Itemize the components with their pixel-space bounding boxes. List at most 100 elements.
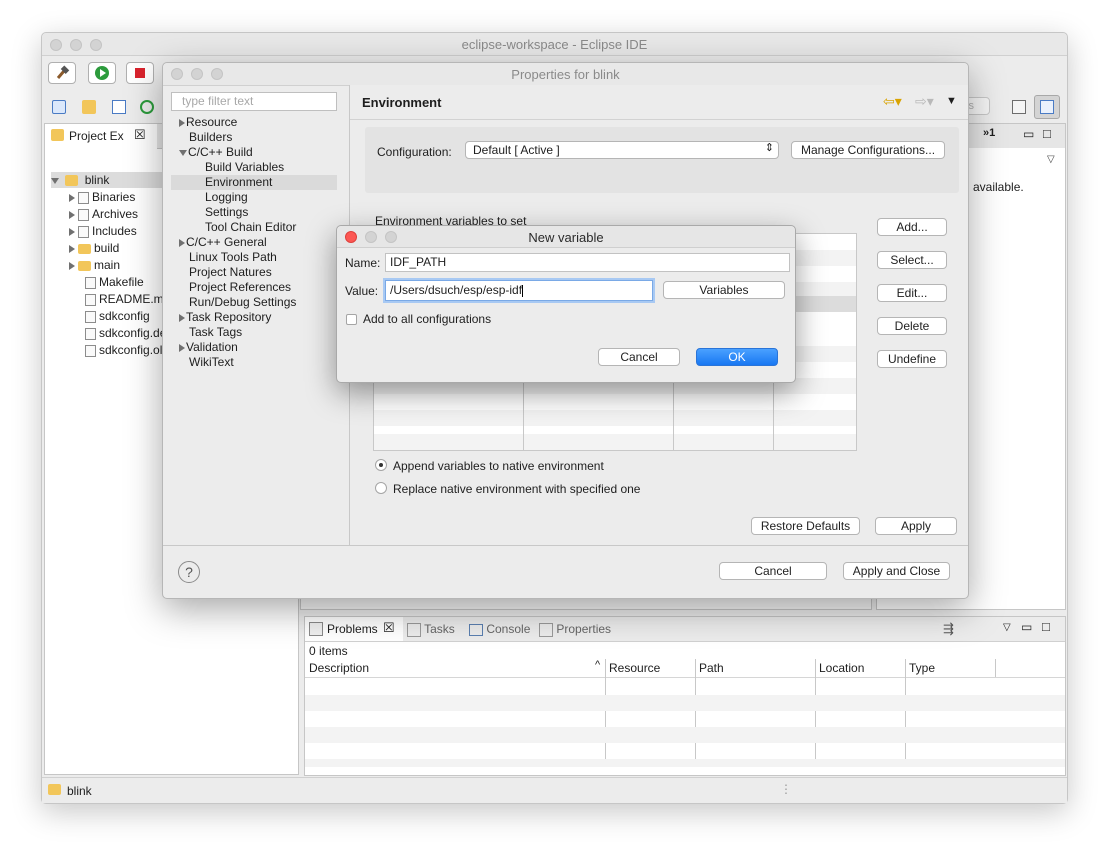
column-resource[interactable]: Resource: [609, 661, 660, 675]
run-icon: [95, 66, 109, 80]
close-icon[interactable]: ☒: [134, 127, 146, 143]
add-to-all-label[interactable]: Add to all configurations: [363, 312, 491, 326]
property-tree-item[interactable]: Settings: [171, 205, 337, 220]
property-tree-item[interactable]: Project Natures: [171, 265, 337, 280]
tab-properties[interactable]: Properties: [539, 622, 611, 637]
property-tree-item[interactable]: WikiText: [171, 355, 337, 370]
property-tree-item[interactable]: C/C++ General: [171, 235, 337, 250]
column-path[interactable]: Path: [699, 661, 724, 675]
tree-item[interactable]: sdkconfig.de: [85, 325, 166, 341]
overflow-tabs-badge[interactable]: »1: [983, 127, 995, 139]
filter-input[interactable]: type filter text: [171, 92, 337, 111]
tree-item[interactable]: Makefile: [85, 274, 144, 290]
property-tree-item[interactable]: Tool Chain Editor: [171, 220, 337, 235]
tab-tasks[interactable]: Tasks: [407, 622, 455, 637]
tree-item[interactable]: Binaries: [69, 189, 135, 205]
expand-arrow-icon[interactable]: [69, 227, 75, 236]
sort-ascending-icon[interactable]: ^: [595, 659, 600, 671]
expand-arrow-icon[interactable]: [51, 177, 59, 184]
minimize-icon[interactable]: ▭: [1023, 127, 1034, 141]
tab-console[interactable]: Console: [469, 622, 530, 636]
maximize-icon[interactable]: □: [1043, 126, 1051, 141]
column-description[interactable]: Description: [309, 661, 369, 675]
tree-item[interactable]: sdkconfig: [85, 308, 150, 324]
property-tree-item[interactable]: Build Variables: [171, 160, 337, 175]
property-tree-item[interactable]: Builders: [171, 130, 337, 145]
run-button[interactable]: [88, 62, 116, 84]
property-tree-item[interactable]: Validation: [171, 340, 337, 355]
refresh-icon[interactable]: [140, 100, 154, 114]
project-explorer-tab[interactable]: Project Ex ☒: [45, 124, 158, 148]
property-tree-item[interactable]: Linux Tools Path: [171, 250, 337, 265]
nv-ok-button[interactable]: OK: [696, 348, 778, 366]
tree-item[interactable]: sdkconfig.ol: [85, 342, 162, 358]
property-tree-item[interactable]: Task Repository: [171, 310, 337, 325]
expand-arrow-icon[interactable]: [69, 210, 75, 219]
nv-cancel-button[interactable]: Cancel: [598, 348, 680, 366]
container-icon: [78, 225, 89, 238]
property-tree-label: Logging: [205, 190, 248, 204]
help-button[interactable]: ?: [178, 561, 200, 583]
select-button[interactable]: Select...: [877, 251, 947, 269]
status-grip-icon[interactable]: ⋮: [780, 782, 792, 796]
minimize-icon[interactable]: ▭: [1021, 620, 1032, 634]
property-tree-item[interactable]: Task Tags: [171, 325, 337, 340]
maximize-icon[interactable]: □: [1042, 619, 1050, 634]
expand-arrow-icon[interactable]: [179, 118, 185, 127]
expand-arrow-icon[interactable]: [69, 244, 75, 253]
tree-item[interactable]: main: [69, 257, 120, 273]
column-divider: [605, 659, 606, 767]
back-arrow-icon[interactable]: ⇦▾: [883, 93, 902, 110]
restore-defaults-button[interactable]: Restore Defaults: [751, 517, 860, 535]
configuration-select[interactable]: Default [ Active ] ⇕: [465, 141, 779, 159]
filter-icon[interactable]: ⇶: [943, 621, 954, 637]
property-tree-item[interactable]: Environment: [171, 175, 337, 190]
append-radio[interactable]: [375, 459, 387, 471]
property-tree-item[interactable]: Project References: [171, 280, 337, 295]
value-field[interactable]: /Users/dsuch/esp/esp-idf: [385, 280, 653, 301]
property-tree-item[interactable]: Resource: [171, 115, 337, 130]
forward-arrow-icon[interactable]: ⇨▾: [915, 93, 934, 110]
add-to-all-checkbox[interactable]: [346, 314, 357, 325]
cancel-button[interactable]: Cancel: [719, 562, 827, 580]
tree-item[interactable]: README.md: [85, 291, 170, 307]
append-radio-label[interactable]: Append variables to native environment: [393, 459, 604, 473]
property-tree-item[interactable]: Run/Debug Settings: [171, 295, 337, 310]
new-file-icon[interactable]: [112, 100, 126, 114]
new-folder-icon[interactable]: [82, 100, 96, 114]
tree-item[interactable]: Includes: [69, 223, 137, 239]
tab-problems[interactable]: Problems ☒: [305, 617, 403, 641]
variables-button[interactable]: Variables: [663, 281, 785, 299]
collapse-arrow-icon[interactable]: [179, 149, 187, 156]
apply-button[interactable]: Apply: [875, 517, 957, 535]
page-menu-icon[interactable]: ▼: [946, 95, 957, 107]
new-project-icon[interactable]: [52, 100, 66, 114]
column-location[interactable]: Location: [819, 661, 864, 675]
replace-radio[interactable]: [375, 482, 387, 494]
close-icon[interactable]: ☒: [383, 620, 395, 636]
expand-arrow-icon[interactable]: [179, 343, 185, 352]
add-button[interactable]: Add...: [877, 218, 947, 236]
open-perspective-icon[interactable]: [1012, 100, 1026, 114]
apply-and-close-button[interactable]: Apply and Close: [843, 562, 950, 580]
manage-configurations-button[interactable]: Manage Configurations...: [791, 141, 945, 159]
tree-item[interactable]: Archives: [69, 206, 138, 222]
name-field[interactable]: IDF_PATH: [385, 253, 790, 272]
expand-arrow-icon[interactable]: [69, 261, 75, 270]
expand-arrow-icon[interactable]: [69, 193, 75, 202]
expand-arrow-icon[interactable]: [179, 238, 185, 247]
cpp-perspective-button[interactable]: [1034, 95, 1060, 119]
undefine-button[interactable]: Undefine: [877, 350, 947, 368]
column-type[interactable]: Type: [909, 661, 935, 675]
expand-arrow-icon[interactable]: [179, 313, 185, 322]
view-menu-icon[interactable]: ▽: [1003, 622, 1011, 633]
tree-item[interactable]: build: [69, 240, 119, 256]
replace-radio-label[interactable]: Replace native environment with specifie…: [393, 482, 640, 496]
property-tree-item[interactable]: Logging: [171, 190, 337, 205]
property-tree-item[interactable]: C/C++ Build: [171, 145, 337, 160]
delete-button[interactable]: Delete: [877, 317, 947, 335]
edit-button[interactable]: Edit...: [877, 284, 947, 302]
stop-button[interactable]: [126, 62, 154, 84]
build-button[interactable]: [48, 62, 76, 84]
view-menu-icon[interactable]: ▽: [1047, 154, 1055, 165]
